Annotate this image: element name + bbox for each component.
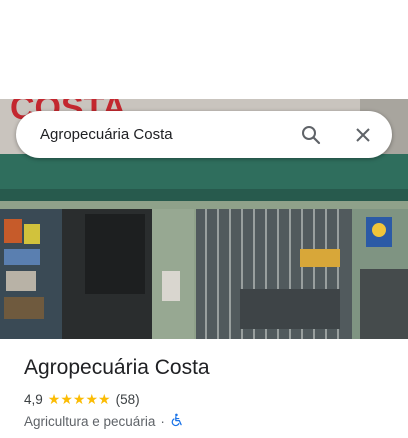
star-rating: ★ ★ ★ ★ ★ — [48, 392, 111, 406]
search-input[interactable]: Agropecuária Costa — [40, 126, 300, 143]
wheelchair-icon — [170, 413, 184, 430]
rating-value: 4,9 — [24, 391, 43, 407]
separator-dot: · — [160, 413, 165, 429]
rating-row[interactable]: 4,9 ★ ★ ★ ★ ★ (58) — [24, 388, 394, 410]
star-icon: ★ — [60, 391, 73, 407]
close-icon[interactable] — [352, 124, 374, 146]
star-icon: ★ — [72, 391, 86, 407]
review-count[interactable]: (58) — [116, 392, 140, 407]
search-icon[interactable] — [300, 124, 322, 146]
place-category: Agricultura e pecuária — [24, 413, 156, 429]
star-icon: ★ — [47, 391, 61, 407]
place-info: Agropecuária Costa 4,9 ★ ★ ★ ★ ★ (58) Ag… — [24, 352, 394, 432]
place-title: Agropecuária Costa — [24, 356, 210, 379]
star-icon: ★ — [98, 391, 111, 407]
star-icon: ★ — [85, 391, 99, 407]
category-row: Agricultura e pecuária · — [24, 410, 394, 432]
search-bar[interactable]: Agropecuária Costa — [16, 111, 392, 158]
top-blank-area — [0, 0, 408, 99]
